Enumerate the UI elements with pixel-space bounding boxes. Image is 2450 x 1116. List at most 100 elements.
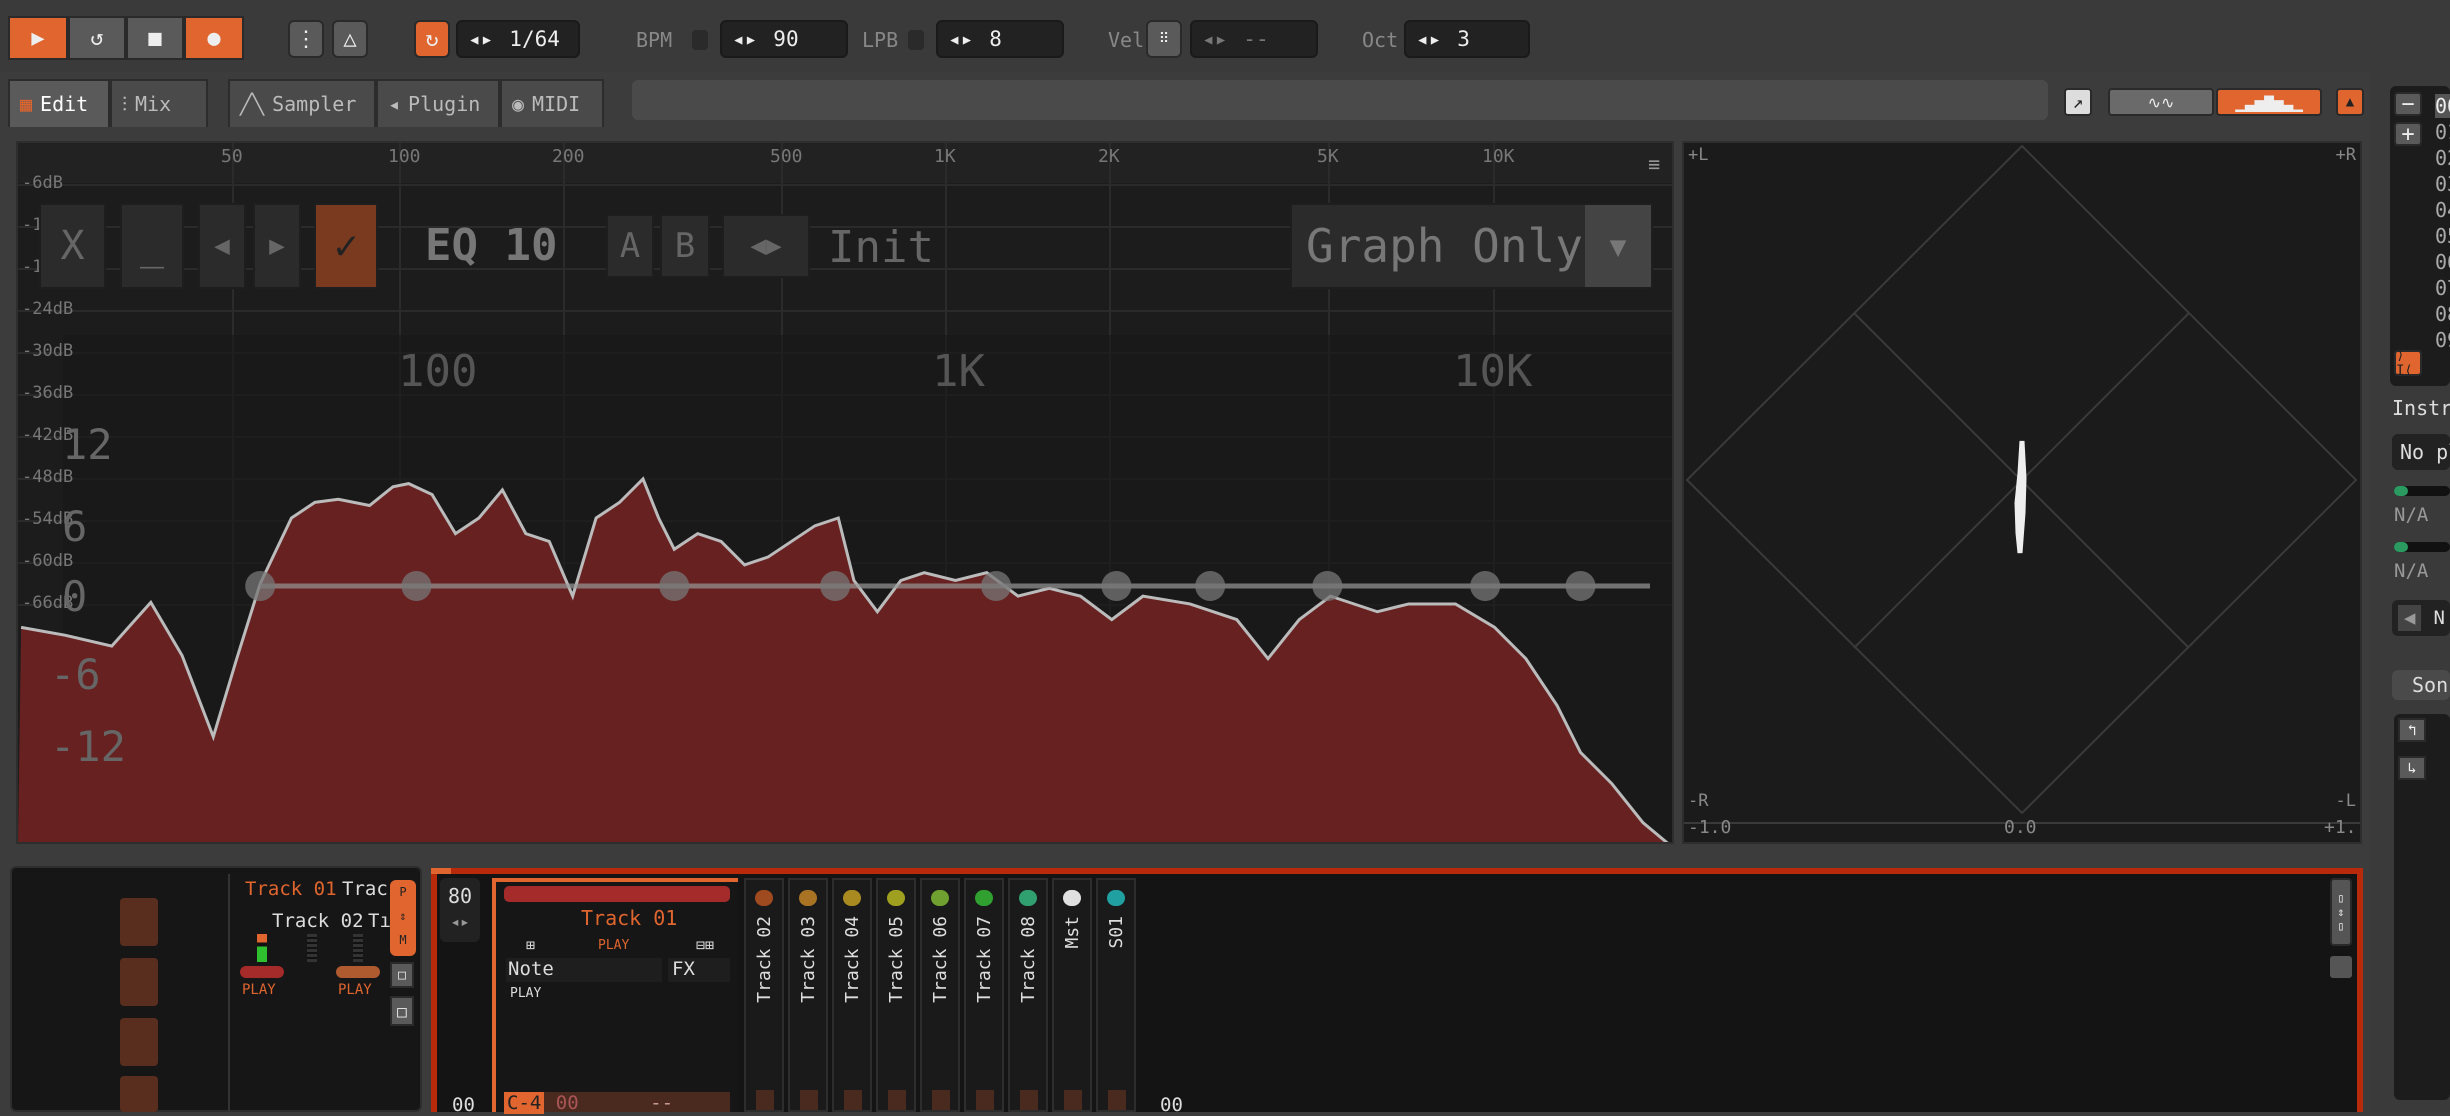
pattern-cell[interactable]	[844, 1090, 862, 1110]
pad[interactable]	[120, 958, 158, 1006]
track-column[interactable]: Track 05	[876, 878, 916, 1112]
record-button[interactable]: ●	[184, 16, 244, 60]
track-color-dot[interactable]	[843, 890, 861, 906]
track-column[interactable]: Track 02	[744, 878, 784, 1112]
preset-stepper[interactable]: ◀▶	[722, 214, 810, 278]
plugin-nav[interactable]: ◀ N	[2392, 600, 2450, 636]
loop-pattern-button[interactable]: ↺	[68, 16, 126, 60]
pattern-cell[interactable]	[888, 1090, 906, 1110]
tab-mix[interactable]: ⫶ Mix	[110, 79, 208, 127]
tab-sampler[interactable]: ╱╲ Sampler	[228, 79, 376, 127]
collapse-button[interactable]: ▲	[2336, 88, 2364, 116]
pattern-cell[interactable]	[932, 1090, 950, 1110]
pattern-cell[interactable]	[1064, 1090, 1082, 1110]
track-color-dot[interactable]	[799, 890, 817, 906]
loop-block-button[interactable]: ↻	[414, 20, 450, 58]
instrument-list-item[interactable]: 02	[2435, 146, 2450, 170]
eq-band-node[interactable]	[401, 571, 432, 601]
move-down-button[interactable]: ↳	[2398, 756, 2426, 780]
pad[interactable]	[120, 898, 158, 946]
pattern-mixer-toggle[interactable]: P ⇕ M	[390, 880, 416, 956]
instrument-list-item[interactable]: 09	[2435, 328, 2450, 352]
track-color-dot[interactable]	[1063, 890, 1081, 906]
lpb-field[interactable]: ◂▸ 8	[936, 20, 1064, 58]
detach-button[interactable]: ↗	[2064, 88, 2092, 116]
eq-band-node[interactable]	[245, 571, 276, 601]
note-cell[interactable]: C-4	[504, 1092, 545, 1114]
remove-add-column-icon[interactable]: ⊟⊞	[696, 936, 714, 954]
large-view-button[interactable]: □	[390, 996, 414, 1026]
side-button[interactable]	[2330, 956, 2352, 978]
lpb-toggle[interactable]	[908, 30, 924, 50]
prev-button[interactable]: ◀	[198, 203, 246, 289]
tab-edit[interactable]: ▦ Edit	[8, 79, 110, 127]
track-color-dot[interactable]	[931, 890, 949, 906]
instrument-list-item[interactable]: 01	[2435, 120, 2450, 144]
follow-button[interactable]: ⋮	[288, 20, 324, 58]
enable-plugin-checkbox[interactable]: ✓	[314, 203, 378, 289]
keyboard-velocity-button[interactable]: ⠿	[1146, 20, 1182, 58]
slider-1[interactable]	[2394, 486, 2450, 496]
velocity-field[interactable]: ◂▸ --	[1190, 20, 1318, 58]
view-mode-dropdown[interactable]: Graph Only ▼	[1290, 203, 1653, 289]
song-button[interactable]: Son	[2392, 670, 2450, 700]
add-instrument-button[interactable]: +	[2394, 122, 2422, 147]
slider-2[interactable]	[2394, 542, 2450, 552]
track-color-dot[interactable]	[975, 890, 993, 906]
instrument-list-item[interactable]: 04	[2435, 198, 2450, 222]
close-plugin-button[interactable]: X	[39, 203, 106, 289]
bpm-toggle[interactable]	[692, 30, 708, 50]
pattern-cell[interactable]	[976, 1090, 994, 1110]
track-color-dot[interactable]	[887, 890, 905, 906]
track-column[interactable]: Track 04	[832, 878, 872, 1112]
remove-instrument-button[interactable]: −	[2394, 92, 2422, 117]
track-column[interactable]: Track 06	[920, 878, 960, 1112]
slider-handle[interactable]	[2394, 542, 2408, 552]
instrument-list-item[interactable]: 00	[2435, 94, 2450, 118]
pattern-cell[interactable]	[800, 1090, 818, 1110]
track-color-dot[interactable]	[755, 890, 773, 906]
track-01-color-bar[interactable]	[504, 886, 730, 902]
note-column-header[interactable]: Note	[506, 958, 662, 982]
track-column[interactable]: S01	[1096, 878, 1136, 1112]
track-column[interactable]: Mst	[1052, 878, 1092, 1112]
volume-cell[interactable]: --	[650, 1092, 673, 1114]
eq-band-node[interactable]	[820, 571, 851, 601]
stop-button[interactable]: ■	[126, 16, 184, 60]
plugin-select[interactable]: No pl	[2392, 434, 2450, 470]
pattern-cell[interactable]	[756, 1090, 774, 1110]
small-view-button[interactable]: □	[390, 962, 414, 988]
eq-band-node[interactable]	[1195, 571, 1226, 601]
next-button[interactable]: ▶	[253, 203, 301, 289]
arrow-left-icon[interactable]: ◀	[2398, 605, 2422, 631]
instrument-list-item[interactable]: 03	[2435, 172, 2450, 196]
octave-field[interactable]: ◂▸ 3	[1404, 20, 1530, 58]
fx-column-header[interactable]: FX	[668, 958, 730, 982]
scope-view-button[interactable]: ∿∿	[2108, 88, 2214, 116]
eq-band-node[interactable]	[1565, 571, 1596, 601]
eq-band-node[interactable]	[1312, 571, 1343, 601]
pattern-step-field[interactable]: ◂▸ 1/64	[456, 20, 580, 58]
eq-band-node[interactable]	[1470, 571, 1501, 601]
pad[interactable]	[120, 1076, 158, 1112]
move-up-button[interactable]: ↰	[2398, 718, 2426, 742]
pad[interactable]	[120, 1018, 158, 1066]
pattern-cell[interactable]	[1108, 1090, 1126, 1110]
track-column[interactable]: Track 08	[1008, 878, 1048, 1112]
instrument-list-item[interactable]: 08	[2435, 302, 2450, 326]
spectrum-view-button[interactable]: ▁▃▅▇▅▃▁	[2216, 88, 2322, 116]
preset-a-button[interactable]: A	[606, 214, 654, 278]
bpm-field[interactable]: ◂▸ 90	[720, 20, 848, 58]
mini-track-truncated[interactable]: Trac	[342, 878, 388, 900]
track-mute-button[interactable]	[240, 966, 284, 978]
mini-track-truncated[interactable]: Tı	[368, 910, 391, 932]
instrument-list-item[interactable]: 06	[2435, 250, 2450, 274]
mini-track-02[interactable]: Track 02	[272, 910, 364, 932]
track-column[interactable]: Track 07	[964, 878, 1004, 1112]
track-color-dot[interactable]	[1107, 890, 1125, 906]
menu-icon[interactable]: ≡	[1648, 152, 1660, 176]
track-mute-button[interactable]	[336, 966, 380, 978]
preset-b-button[interactable]: B	[660, 214, 710, 278]
add-column-icon[interactable]: ⊞	[526, 936, 535, 954]
pattern-lines-field[interactable]: 80 ◂▸	[440, 878, 480, 942]
